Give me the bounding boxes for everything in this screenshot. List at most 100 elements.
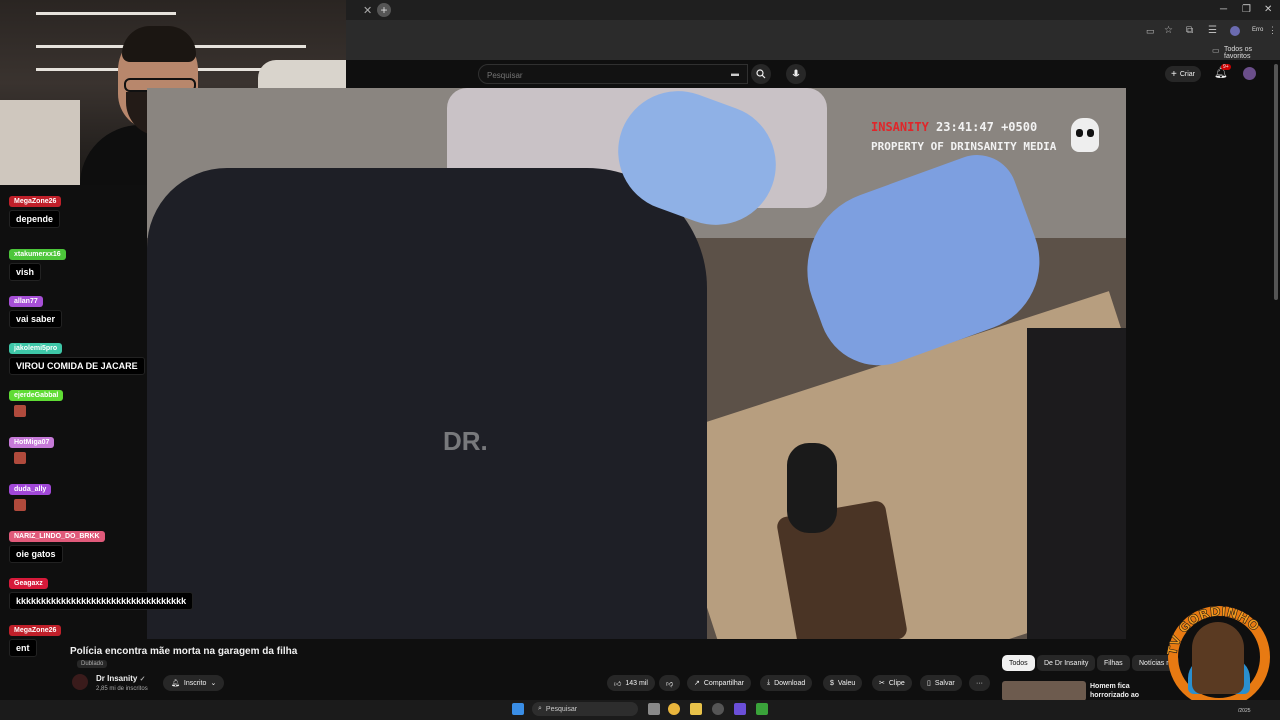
thanks-label: Valeu (837, 679, 856, 687)
chat-username: MegaZone26 (9, 625, 62, 636)
maximize-button[interactable]: ❐ (1242, 4, 1251, 15)
chat-message: NARIZ_LINDO_DO_BRKK oie gatos (9, 525, 105, 563)
chat-text: vai saber (9, 310, 63, 328)
channel-name[interactable]: Dr Insanity ✓ (96, 674, 145, 683)
bookmarks-all-label[interactable]: Todos os favoritos (1224, 46, 1280, 60)
file-explorer-icon[interactable] (690, 703, 702, 715)
chip-from-channel[interactable]: De Dr Insanity (1037, 655, 1096, 671)
star-icon[interactable]: ☆ (1164, 25, 1173, 36)
cast-icon[interactable]: ▭ (1146, 26, 1155, 37)
bodycam-time: 23:41:47 (936, 120, 994, 134)
recommendation-title[interactable]: Homem fica horrorizado ao descobrir o te… (1090, 682, 1170, 700)
search-button[interactable] (751, 64, 771, 84)
stream-chat: MegaZone26 depende xtakumerxx16 vish allan77… (0, 190, 215, 660)
channel-avatar[interactable] (72, 674, 88, 690)
browser-toolbar: ▭ ☆ ⧉ ☰ Erro ⋮ ▭ Todos os favoritos (346, 20, 1280, 60)
discord-icon[interactable] (734, 703, 746, 715)
minimize-button[interactable]: ─ (1220, 4, 1227, 15)
keyboard-icon[interactable]: ▬ (731, 69, 739, 78)
profile-avatar[interactable] (1230, 26, 1240, 36)
chat-username: allan77 (9, 296, 43, 307)
thumbs-down-icon: 👎︎ (666, 680, 674, 688)
clip-button[interactable]: ✂ Clipe (872, 675, 912, 691)
windows-start-icon[interactable] (512, 703, 524, 715)
chat-message: xtakumerxx16 vish (9, 243, 66, 281)
menu-icon[interactable]: ⋮ (1268, 25, 1277, 36)
chat-message: Geagaxz kkkkkkkkkkkkkkkkkkkkkkkkkkkkkkkkk… (9, 572, 194, 610)
chat-emote-icon (14, 452, 26, 464)
thumbs-up-icon: 👍︎ (614, 680, 622, 688)
chip-daughters[interactable]: Filhas (1097, 655, 1130, 671)
chat-message: HotMiga07 (9, 431, 55, 469)
download-button[interactable]: ⤓ Download (760, 675, 813, 691)
verified-icon: ✓ (139, 676, 146, 683)
chat-username: Geagaxz (9, 578, 48, 589)
chat-message: MegaZone26 ent (9, 619, 62, 657)
like-count: 143 mil (625, 679, 648, 687)
svg-text:TV GORDINHO: TV GORDINHO (1165, 605, 1262, 657)
create-label: Criar (1179, 70, 1196, 78)
video-title: Polícia encontra mãe morta na garagem da… (70, 646, 298, 657)
plus-icon: + (1171, 68, 1177, 80)
video-player[interactable]: INSANITY 23:41:47 +0500 PROPERTY OF DRIN… (147, 88, 1126, 639)
bookmark-icon: ▯ (927, 680, 931, 687)
bodycam-brand: INSANITY (871, 120, 929, 134)
like-button[interactable]: 👍︎ 143 mil (607, 675, 655, 691)
thanks-button[interactable]: $ Valeu (823, 675, 863, 691)
bodycam-offset: +0500 (1001, 120, 1038, 134)
sidebar-icon[interactable]: ☰ (1208, 25, 1217, 36)
create-button[interactable]: + Criar (1165, 66, 1202, 82)
tab-close-icon[interactable]: ✕ (363, 4, 372, 17)
search-input[interactable] (479, 66, 709, 85)
extensions-icon[interactable]: ⧉ (1186, 25, 1193, 36)
video-officer-sleeve (1027, 328, 1126, 639)
chat-message: ejerdeGabbal (9, 384, 64, 422)
bodycam-owner-text: PROPERTY OF DRINSANITY MEDIA (871, 140, 1057, 153)
dislike-button[interactable]: 👎︎ (659, 675, 681, 691)
chat-text: depende (9, 210, 61, 228)
scissors-icon: ✂ (879, 680, 885, 687)
task-view-icon[interactable] (648, 703, 660, 715)
taskbar-search[interactable]: ⌕ Pesquisar (532, 702, 638, 716)
search-box[interactable]: ▬ (478, 64, 748, 85)
app-icon[interactable] (712, 703, 724, 715)
channel-name-text: Dr Insanity (96, 674, 138, 683)
notification-count-badge: 9+ (1221, 64, 1231, 70)
chat-message: allan77 vai saber (9, 290, 63, 328)
chip-all[interactable]: Todos (1002, 655, 1035, 671)
taskbar-search-label: Pesquisar (545, 705, 578, 713)
page-scrollbar[interactable] (1274, 64, 1278, 300)
subscribed-label: Inscrito (183, 679, 207, 687)
chat-text: vish (9, 263, 42, 281)
chat-username: MegaZone26 (9, 196, 62, 207)
folder-icon: ▭ (1212, 46, 1220, 55)
user-avatar[interactable] (1243, 67, 1256, 80)
chat-emote-icon (14, 405, 26, 417)
game-icon[interactable] (756, 703, 768, 715)
chat-username: xtakumerxx16 (9, 249, 66, 260)
voice-search-button[interactable] (786, 64, 806, 84)
taskbar-clock-date: /2025 (1238, 708, 1251, 714)
save-label: Salvar (934, 679, 955, 687)
subscribed-button[interactable]: 🔔︎ Inscrito ⌄ (163, 675, 225, 691)
close-window-button[interactable]: ✕ (1264, 4, 1272, 15)
new-tab-button[interactable]: + (377, 3, 391, 17)
share-button[interactable]: ↗ Compartilhar (687, 675, 751, 691)
streamer-hair (122, 26, 196, 62)
chat-text: oie gatos (9, 545, 63, 563)
couch (0, 100, 80, 185)
profile-error-label[interactable]: Erro (1252, 27, 1263, 33)
chat-username: duda_ally (9, 484, 52, 495)
chat-text: VIROU COMIDA DE JACARE (9, 357, 145, 375)
recommendation-thumbnail[interactable] (1002, 681, 1086, 701)
thanks-icon: $ (830, 679, 834, 687)
chevron-down-icon: ⌄ (210, 680, 217, 687)
download-icon: ⤓ (767, 679, 771, 686)
chat-text: ent (9, 639, 37, 657)
more-actions-button[interactable]: ··· (969, 675, 990, 691)
chat-text: kkkkkkkkkkkkkkkkkkkkkkkkkkkkkkkkkk (9, 592, 194, 610)
chrome-icon[interactable] (668, 703, 680, 715)
share-label: Compartilhar (703, 679, 744, 687)
save-button[interactable]: ▯ Salvar (920, 675, 962, 691)
video-officer-arm (147, 168, 707, 639)
